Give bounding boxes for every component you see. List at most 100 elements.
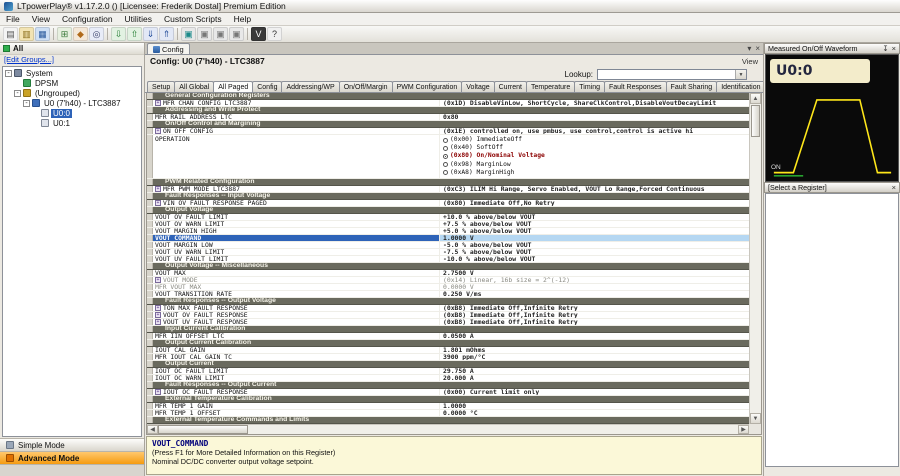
table-row[interactable]: +TON_MAX_FAULT_RESPONSE(0xB8) Immediate … bbox=[147, 305, 749, 312]
tab-fault-sharing[interactable]: Fault Sharing bbox=[666, 81, 718, 92]
tab-timing[interactable]: Timing bbox=[574, 81, 605, 92]
table-row[interactable]: VOUT_MARGIN_HIGH+5.0 % above/below VOUT bbox=[147, 228, 749, 235]
radio-icon[interactable] bbox=[443, 146, 448, 151]
table-row[interactable]: MFR_VOUT_MAX0.0000 V bbox=[147, 284, 749, 291]
tree-item-u0-0[interactable]: -U0:0 bbox=[3, 108, 141, 118]
document-tab-config[interactable]: Config bbox=[147, 43, 190, 54]
scrollbar-thumb[interactable] bbox=[751, 105, 760, 137]
radio-option[interactable]: (0x00) ImmediateOff bbox=[443, 136, 522, 144]
register-value-cell[interactable]: -10.0 % above/below VOUT bbox=[440, 256, 749, 262]
register-value-cell[interactable]: (0xC3) ILIM Hi Range, Servo Enabled, VOU… bbox=[440, 186, 749, 192]
restore-nvm-to-ram-icon[interactable]: ⇑ bbox=[159, 27, 174, 41]
register-value-cell[interactable]: 20.000 A bbox=[440, 375, 749, 381]
scroll-up-icon[interactable]: ▲ bbox=[750, 93, 761, 104]
register-value-cell[interactable]: (0xB8) Immediate Off,Infinite_Retry bbox=[440, 319, 749, 325]
scroll-right-icon[interactable]: ▶ bbox=[738, 425, 749, 434]
save-file-icon[interactable]: ▦ bbox=[35, 27, 50, 41]
table-row[interactable]: IOUT_CAL_GAIN1.801 mOhms bbox=[147, 347, 749, 354]
register-value-cell[interactable]: -5.0 % above/below VOUT bbox=[440, 242, 749, 248]
waveform-close-icon[interactable]: × bbox=[892, 44, 896, 53]
register-value-cell[interactable]: 0x80 bbox=[440, 114, 749, 120]
tab-temperature[interactable]: Temperature bbox=[526, 81, 575, 92]
horizontal-scrollbar[interactable]: ◀ ▶ bbox=[147, 424, 749, 434]
table-row[interactable]: VOUT_UV_WARN_LIMIT-7.5 % above/below VOU… bbox=[147, 249, 749, 256]
expander-icon[interactable]: - bbox=[5, 70, 12, 77]
table-row[interactable]: +VIN_OV_FAULT_RESPONSE_PAGED(0x80) Immed… bbox=[147, 200, 749, 207]
scope-tool-2-icon[interactable]: ▣ bbox=[197, 27, 212, 41]
chevron-down-icon[interactable]: ▾ bbox=[747, 44, 751, 53]
hscrollbar-thumb[interactable] bbox=[158, 425, 248, 434]
expand-bits-icon[interactable]: + bbox=[155, 100, 161, 106]
table-row[interactable]: VOUT_OV_FAULT_LIMIT+10.0 % above/below V… bbox=[147, 214, 749, 221]
table-row[interactable]: +VOUT_OV_FAULT_RESPONSE(0xB8) Immediate … bbox=[147, 312, 749, 319]
tree-item-ungrouped[interactable]: -(Ungrouped) bbox=[3, 88, 141, 98]
menu-custom-scripts[interactable]: Custom Scripts bbox=[158, 13, 228, 25]
register-value-cell[interactable]: 1.0000 bbox=[440, 403, 749, 409]
scope-tool-4-icon[interactable]: ▣ bbox=[229, 27, 244, 41]
table-row[interactable]: IOUT_OC_FAULT_LIMIT29.750 A bbox=[147, 368, 749, 375]
register-value-cell[interactable]: 3900 ppm/°C bbox=[440, 354, 749, 360]
expand-bits-icon[interactable]: + bbox=[155, 389, 161, 395]
register-value-cell[interactable]: 29.750 A bbox=[440, 368, 749, 374]
register-value-cell[interactable]: (0x1E) controlled_on, use_pmbus, use_con… bbox=[440, 128, 749, 134]
view-label[interactable]: View bbox=[742, 57, 758, 66]
expand-bits-icon[interactable]: + bbox=[155, 186, 161, 192]
settings-icon[interactable]: ◆ bbox=[73, 27, 88, 41]
expander-icon[interactable]: - bbox=[14, 90, 21, 97]
expand-bits-icon[interactable]: + bbox=[155, 305, 161, 311]
register-value-cell[interactable]: -7.5 % above/below VOUT bbox=[440, 249, 749, 255]
radio-option[interactable]: (0x80) On/Nominal Voltage bbox=[443, 152, 545, 160]
pin-icon[interactable]: ↧ bbox=[882, 44, 888, 53]
expand-bits-icon[interactable]: + bbox=[155, 277, 161, 283]
expand-bits-icon[interactable]: + bbox=[155, 128, 161, 134]
scope-tool-3-icon[interactable]: ▣ bbox=[213, 27, 228, 41]
verify-icon[interactable]: V bbox=[251, 27, 266, 41]
register-value-cell[interactable]: (0x80) Immediate Off,No_Retry bbox=[440, 200, 749, 206]
simple-mode-button[interactable]: Simple Mode bbox=[0, 438, 144, 451]
tab-current[interactable]: Current bbox=[494, 81, 527, 92]
register-value-cell[interactable]: 0.0000 V bbox=[440, 284, 749, 290]
tab-pwm-configuration[interactable]: PWM Configuration bbox=[392, 81, 463, 92]
expand-bits-icon[interactable]: + bbox=[155, 319, 161, 325]
tab-setup[interactable]: Setup bbox=[147, 81, 175, 92]
table-row[interactable]: +ON_OFF_CONFIG(0x1E) controlled_on, use_… bbox=[147, 128, 749, 135]
menu-view[interactable]: View bbox=[26, 13, 56, 25]
tree-item-u0-7-h40-ltc3887[interactable]: -U0 (7'h40) - LTC3887 bbox=[3, 98, 141, 108]
write-pc-to-ram-icon[interactable]: ⇩ bbox=[111, 27, 126, 41]
register-value-cell[interactable]: +5.0 % above/below VOUT bbox=[440, 228, 749, 234]
register-value-cell[interactable]: 0.0500 A bbox=[440, 333, 749, 339]
find-chip-icon[interactable]: ◎ bbox=[89, 27, 104, 41]
read-ram-to-pc-icon[interactable]: ⇧ bbox=[127, 27, 142, 41]
radio-option[interactable]: (0xA8) MarginHigh bbox=[443, 169, 514, 177]
table-row[interactable]: OPERATION(0x00) ImmediateOff(0x40) SoftO… bbox=[147, 135, 749, 179]
tab-addressing-wp[interactable]: Addressing/WP bbox=[281, 81, 339, 92]
tree-item-dpsm[interactable]: -DPSM bbox=[3, 78, 141, 88]
open-file-icon[interactable]: ▥ bbox=[19, 27, 34, 41]
lookup-dropdown-icon[interactable]: ▼ bbox=[735, 70, 746, 79]
register-value-cell[interactable]: 0.250 V/ms bbox=[440, 291, 749, 297]
radio-option[interactable]: (0x98) MarginLow bbox=[443, 161, 511, 169]
register-value-cell[interactable]: 1.801 mOhms bbox=[440, 347, 749, 353]
tree-item-u0-1[interactable]: -U0:1 bbox=[3, 118, 141, 128]
store-ram-to-nvm-icon[interactable]: ⇓ bbox=[143, 27, 158, 41]
radio-icon[interactable] bbox=[443, 170, 448, 175]
register-value-cell[interactable]: (0x14) Linear, 16b_size = 2^(-12) bbox=[440, 277, 749, 283]
register-close-icon[interactable]: × bbox=[892, 183, 896, 192]
menu-utilities[interactable]: Utilities bbox=[119, 13, 158, 25]
radio-icon[interactable] bbox=[443, 154, 448, 159]
register-value-cell[interactable]: (0xB8) Immediate Off,Infinite_Retry bbox=[440, 312, 749, 318]
menu-file[interactable]: File bbox=[0, 13, 26, 25]
radio-icon[interactable] bbox=[443, 138, 448, 143]
table-row[interactable]: MFR_IOUT_CAL_GAIN_TC3900 ppm/°C bbox=[147, 354, 749, 361]
radio-icon[interactable] bbox=[443, 162, 448, 167]
register-value-cell[interactable]: (0x00) Current limit only bbox=[440, 389, 749, 395]
register-value-cell[interactable]: 0.0000 °C bbox=[440, 410, 749, 416]
register-value-cell[interactable]: (0xB8) Immediate Off,Infinite_Retry bbox=[440, 305, 749, 311]
register-value-cell[interactable]: (0x1D) DisableVinLow, ShortCycle, ShareC… bbox=[440, 100, 749, 106]
scroll-down-icon[interactable]: ▼ bbox=[750, 413, 761, 424]
menu-configuration[interactable]: Configuration bbox=[56, 13, 119, 25]
tab-voltage[interactable]: Voltage bbox=[461, 81, 494, 92]
help-icon[interactable]: ? bbox=[267, 27, 282, 41]
menu-help[interactable]: Help bbox=[228, 13, 257, 25]
tab-all-paged[interactable]: All Paged bbox=[213, 81, 253, 92]
